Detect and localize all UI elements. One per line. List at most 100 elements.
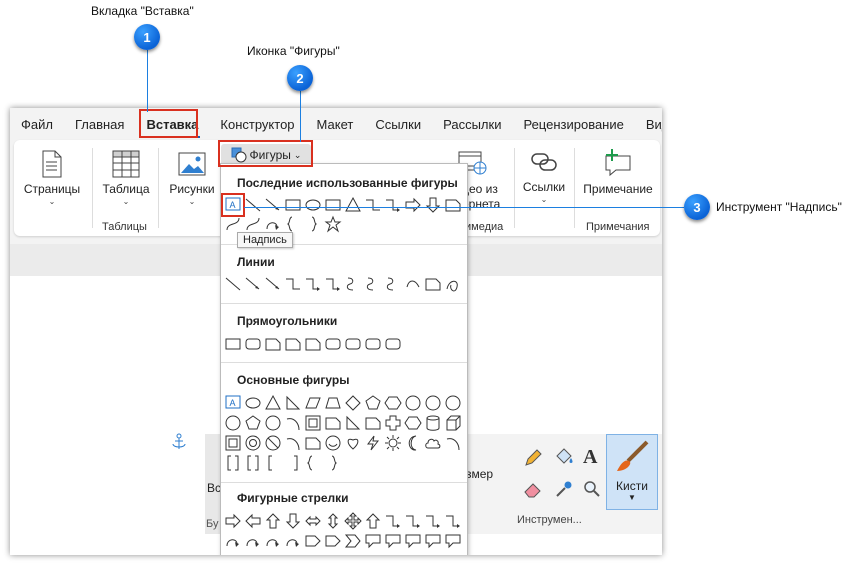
snip-shape-icon[interactable] (284, 335, 302, 353)
chevron-shape-icon[interactable] (344, 532, 362, 550)
sun-shape-icon[interactable] (384, 434, 402, 452)
table-button[interactable]: Таблица ⌄ (98, 150, 154, 206)
pentarr-shape-icon[interactable] (304, 532, 322, 550)
fill-icon[interactable] (553, 446, 575, 468)
elbowarr-shape-icon[interactable] (444, 512, 462, 530)
tab-review[interactable]: Рецензирование (512, 117, 634, 132)
arrowline-shape-icon[interactable] (244, 275, 262, 293)
callout-shape-icon[interactable] (444, 532, 462, 550)
bracket-shape-icon[interactable] (244, 454, 262, 472)
color-picker-icon[interactable] (555, 480, 573, 498)
cross-shape-icon[interactable] (384, 414, 402, 432)
circlenum-shape-icon[interactable] (404, 394, 422, 412)
rarrow-shape-icon[interactable] (404, 196, 422, 214)
darrow-shape-icon[interactable] (424, 196, 442, 214)
elbowarr-shape-icon[interactable] (424, 512, 442, 530)
snip-shape-icon[interactable] (424, 275, 442, 293)
arrowline-shape-icon[interactable] (264, 196, 282, 214)
para-shape-icon[interactable] (304, 394, 322, 412)
snip-shape-icon[interactable] (364, 414, 382, 432)
circlenum-shape-icon[interactable] (264, 414, 282, 432)
rrect-shape-icon[interactable] (244, 335, 262, 353)
curve-shape-icon[interactable] (224, 215, 242, 233)
elbow-shape-icon[interactable] (364, 196, 382, 214)
brace-shape-icon[interactable] (304, 454, 322, 472)
snip-shape-icon[interactable] (304, 335, 322, 353)
rarrow-shape-icon[interactable] (224, 512, 242, 530)
curvarr-shape-icon[interactable] (284, 532, 302, 550)
tab-mailings[interactable]: Рассылки (432, 117, 512, 132)
rbracket-shape-icon[interactable] (284, 454, 302, 472)
tab-design[interactable]: Конструктор (209, 117, 305, 132)
snip-shape-icon[interactable] (324, 414, 342, 432)
star-shape-icon[interactable] (324, 215, 342, 233)
udarrow-shape-icon[interactable] (324, 512, 342, 530)
scurve-shape-icon[interactable] (344, 275, 362, 293)
rtri-shape-icon[interactable] (284, 394, 302, 412)
circlenum-shape-icon[interactable] (224, 414, 242, 432)
darrow-shape-icon[interactable] (284, 512, 302, 530)
snip-shape-icon[interactable] (444, 196, 462, 214)
arc-shape-icon[interactable] (284, 434, 302, 452)
smile-shape-icon[interactable] (324, 434, 342, 452)
hex-shape-icon[interactable] (404, 414, 422, 432)
elbow-shape-icon[interactable] (284, 275, 302, 293)
lbracket-shape-icon[interactable] (264, 454, 282, 472)
oval-shape-icon[interactable] (244, 394, 262, 412)
rect-shape-icon[interactable] (224, 335, 242, 353)
curvarr-shape-icon[interactable] (264, 532, 282, 550)
brushes-button[interactable]: Кисти ▼ (606, 434, 658, 510)
comment-button[interactable]: Примечание (580, 148, 656, 196)
text-tool-icon[interactable]: A (583, 446, 597, 469)
pictures-button[interactable]: Рисунки ⌄ (164, 150, 220, 206)
callout-shape-icon[interactable] (364, 532, 382, 550)
cube-shape-icon[interactable] (444, 414, 462, 432)
pent-shape-icon[interactable] (244, 414, 262, 432)
textbox-shape-icon[interactable]: A (224, 394, 242, 412)
scurve-shape-icon[interactable] (384, 275, 402, 293)
frame-shape-icon[interactable] (224, 434, 242, 452)
uarrow-shape-icon[interactable] (364, 512, 382, 530)
elbowarr-shape-icon[interactable] (304, 275, 322, 293)
eraser-icon[interactable] (523, 480, 543, 498)
callout-shape-icon[interactable] (424, 532, 442, 550)
can-shape-icon[interactable] (424, 414, 442, 432)
oval-shape-icon[interactable] (304, 196, 322, 214)
tab-file[interactable]: Файл (10, 117, 64, 132)
pencil-icon[interactable] (523, 448, 543, 468)
moon-shape-icon[interactable] (404, 434, 422, 452)
elbowarr-shape-icon[interactable] (384, 196, 402, 214)
curvarr-shape-icon[interactable] (244, 532, 262, 550)
freeform-shape-icon[interactable] (404, 275, 422, 293)
line-shape-icon[interactable] (244, 196, 262, 214)
trap-shape-icon[interactable] (324, 394, 342, 412)
tab-layout[interactable]: Макет (306, 117, 365, 132)
arc-shape-icon[interactable] (284, 414, 302, 432)
pentarr-shape-icon[interactable] (324, 532, 342, 550)
callout-shape-icon[interactable] (384, 532, 402, 550)
donut-shape-icon[interactable] (244, 434, 262, 452)
hex-shape-icon[interactable] (384, 394, 402, 412)
rect-shape-icon[interactable] (324, 196, 342, 214)
circlenum-shape-icon[interactable] (444, 394, 462, 412)
scurve-shape-icon[interactable] (364, 275, 382, 293)
rect-shape-icon[interactable] (284, 196, 302, 214)
tab-home[interactable]: Главная (64, 117, 135, 132)
bracket-shape-icon[interactable] (224, 454, 242, 472)
scribble-shape-icon[interactable] (444, 275, 462, 293)
tab-view[interactable]: Вид (635, 117, 662, 132)
arrowline-shape-icon[interactable] (264, 275, 282, 293)
frame-shape-icon[interactable] (304, 414, 322, 432)
tri-shape-icon[interactable] (344, 196, 362, 214)
magnifier-icon[interactable] (583, 480, 601, 498)
heart-shape-icon[interactable] (344, 434, 362, 452)
cloud-shape-icon[interactable] (424, 434, 442, 452)
larrow-shape-icon[interactable] (244, 512, 262, 530)
arc-shape-icon[interactable] (444, 434, 462, 452)
noentry-shape-icon[interactable] (264, 434, 282, 452)
rbrace-shape-icon[interactable] (304, 215, 322, 233)
callout-shape-icon[interactable] (404, 532, 422, 550)
rrect-shape-icon[interactable] (364, 335, 382, 353)
bolt-shape-icon[interactable] (364, 434, 382, 452)
curvarr-shape-icon[interactable] (224, 532, 242, 550)
